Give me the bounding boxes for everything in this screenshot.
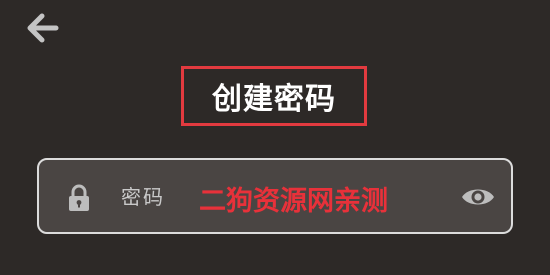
lock-icon [68,184,90,212]
eye-icon [462,189,494,205]
back-button[interactable] [26,12,60,44]
arrow-left-icon [27,13,59,43]
toggle-visibility-button[interactable] [460,185,496,209]
title-highlight-box: 创建密码 [181,66,367,126]
page-title: 创建密码 [212,82,336,117]
password-input[interactable] [121,178,421,216]
password-field[interactable]: 二狗资源网亲测 [37,158,513,234]
